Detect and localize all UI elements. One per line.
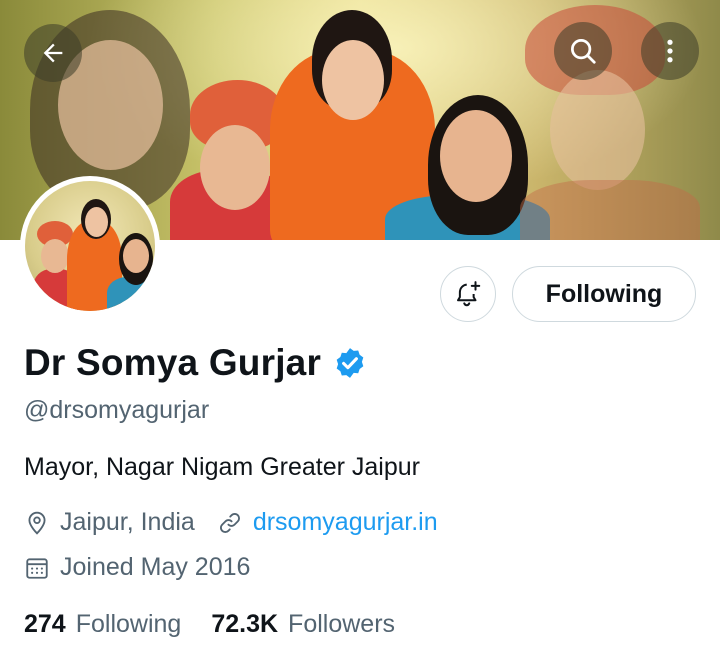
- profile-avatar[interactable]: [20, 176, 160, 316]
- profile-handle: @drsomyagurjar: [24, 396, 210, 424]
- profile-meta-location-row: Jaipur, India drsomyagurjar.in: [24, 508, 438, 537]
- more-button[interactable]: [641, 22, 699, 80]
- search-button[interactable]: [554, 22, 612, 80]
- avatar-figure-left-face: [41, 239, 69, 273]
- followers-label: Followers: [288, 610, 396, 638]
- banner-portrait-right-face: [440, 110, 512, 202]
- profile-website-link[interactable]: drsomyagurjar.in: [253, 508, 438, 537]
- profile-location: Jaipur, India: [60, 508, 195, 536]
- verified-badge-icon: [336, 348, 364, 378]
- banner-portrait-far-right-body: [520, 180, 700, 240]
- followers-count: 72.3K: [211, 610, 279, 638]
- avatar-figure-right-face: [123, 239, 149, 273]
- following-button[interactable]: Following: [512, 266, 696, 322]
- search-icon: [571, 39, 596, 64]
- following-stat[interactable]: 274 Following: [24, 610, 181, 639]
- following-label: Following: [75, 610, 182, 638]
- bell-plus-icon: [457, 281, 481, 307]
- banner-portrait-turban-face: [200, 125, 270, 210]
- more-vertical-icon: [667, 39, 673, 63]
- profile-joined-date: Joined May 2016: [60, 553, 251, 581]
- profile-name: Dr Somya Gurjar: [24, 342, 322, 383]
- location-pin-icon: [28, 511, 46, 535]
- notifications-button[interactable]: [440, 266, 496, 322]
- arrow-left-icon: [43, 43, 63, 63]
- profile-meta-joined-row: Joined May 2016: [24, 553, 250, 582]
- banner-portrait-center-face: [322, 40, 384, 120]
- back-button[interactable]: [24, 24, 82, 82]
- link-icon: [219, 512, 240, 533]
- profile-stats: 274 Following 72.3K Followers: [24, 610, 395, 639]
- followers-stat[interactable]: 72.3K Followers: [211, 610, 395, 639]
- following-count: 274: [24, 610, 66, 638]
- profile-bio: Mayor, Nagar Nigam Greater Jaipur: [24, 453, 420, 481]
- avatar-image: [25, 181, 155, 311]
- calendar-icon: [26, 557, 48, 579]
- banner-portrait-far-right-face: [550, 70, 645, 190]
- profile-name-row: Dr Somya Gurjar: [24, 342, 367, 384]
- avatar-figure-center-face: [85, 207, 108, 237]
